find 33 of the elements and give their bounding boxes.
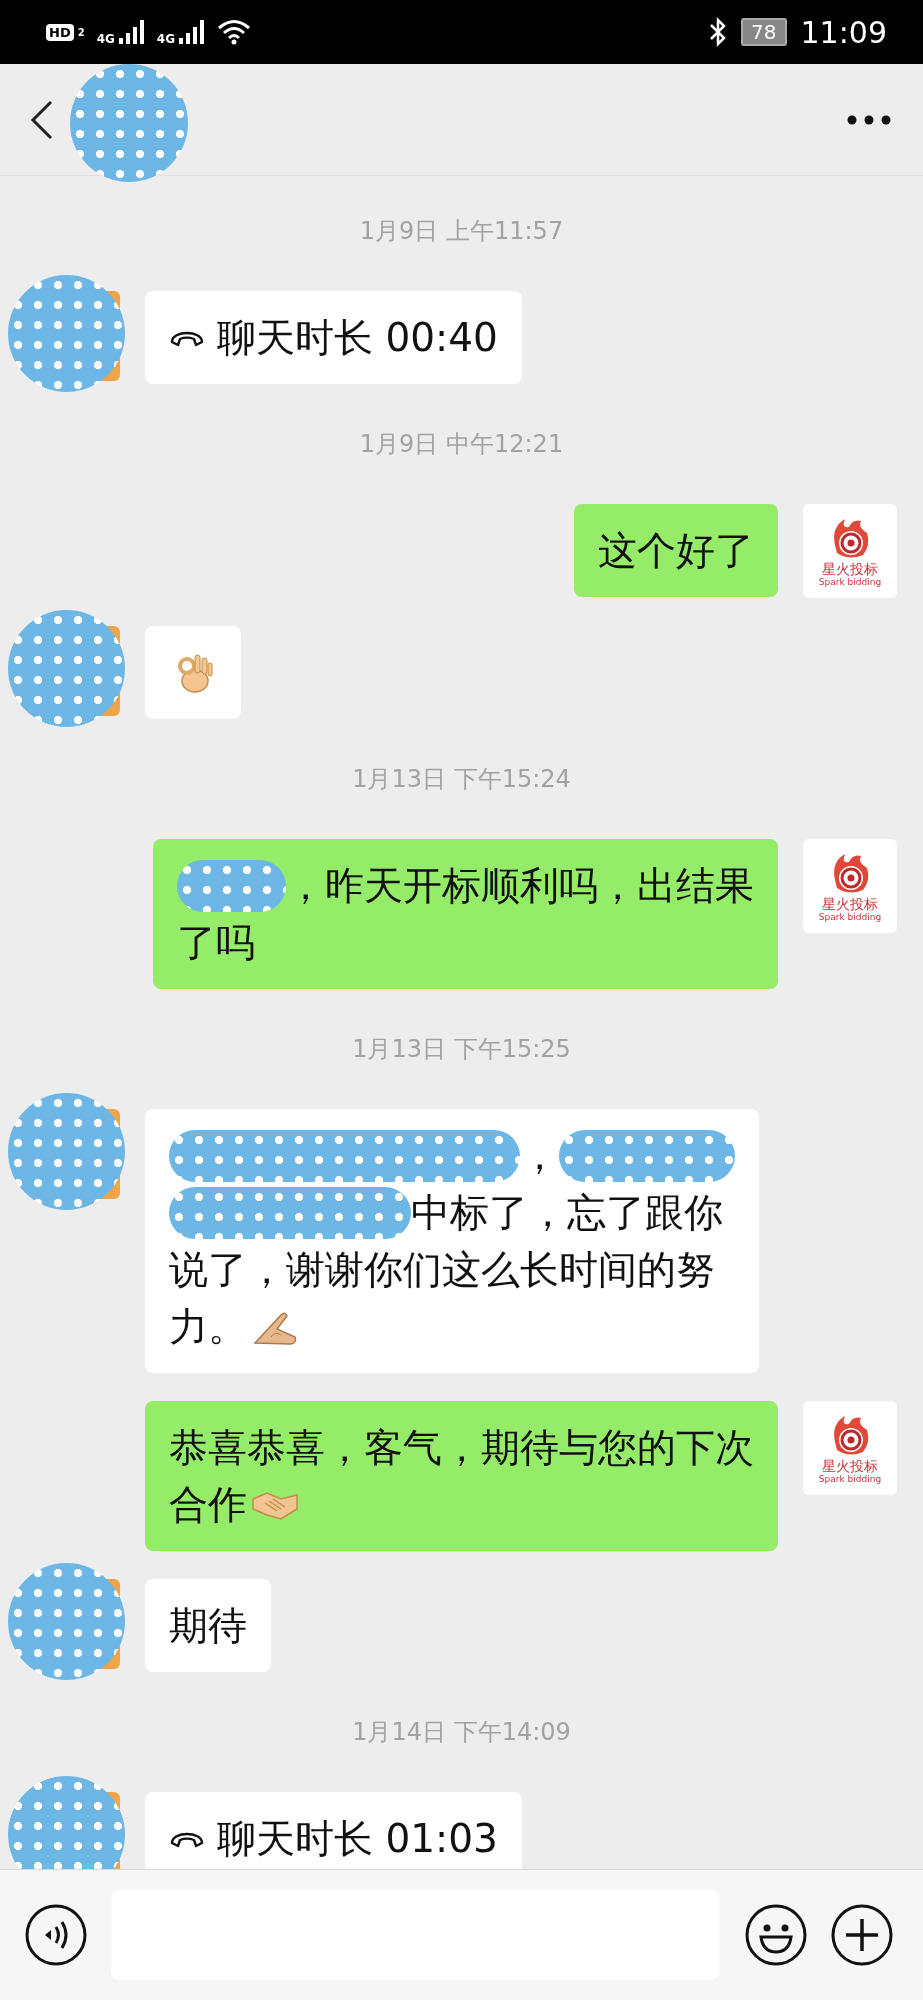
voice-icon[interactable] bbox=[25, 1904, 87, 1966]
logo-subtitle: Spark bidding bbox=[818, 576, 882, 588]
message-timestamp: 1月13日 下午15:25 bbox=[351, 1034, 572, 1064]
back-icon[interactable] bbox=[30, 99, 54, 140]
logo-subtitle: Spark bidding bbox=[818, 911, 882, 923]
sim-label: 2 bbox=[77, 26, 85, 38]
message-bubble: 聊天时长 01:03 bbox=[145, 1792, 522, 1869]
battery-indicator: 78 bbox=[741, 18, 787, 46]
clock-time: 11:09 bbox=[800, 14, 887, 50]
message-timestamp: 1月9日 中午12:21 bbox=[358, 429, 565, 459]
logo-title: 星火投标 bbox=[822, 1457, 878, 1474]
message-bubble: 恭喜恭喜，客气，期待与您的下次 合作 bbox=[145, 1401, 778, 1551]
message-bubble: ，昨天开标顺利吗，出结果 了吗 bbox=[152, 839, 778, 989]
add-icon[interactable] bbox=[831, 1904, 893, 1966]
signal-icon bbox=[179, 20, 206, 44]
message-bubble: 聊天时长 00:40 bbox=[145, 291, 522, 384]
wifi-icon bbox=[217, 19, 252, 45]
logo-subtitle: Spark bidding bbox=[818, 1473, 882, 1485]
message-bubble: 期待 bbox=[145, 1579, 271, 1672]
hd-label: HD bbox=[46, 23, 74, 41]
emoji-icon[interactable] bbox=[745, 1904, 807, 1966]
message-timestamp: 1月13日 下午15:24 bbox=[351, 764, 572, 794]
bluetooth-icon bbox=[709, 17, 728, 47]
signal-icon bbox=[118, 20, 145, 44]
message-timestamp: 1月14日 下午14:09 bbox=[351, 1717, 572, 1747]
message-timestamp: 1月9日 上午11:57 bbox=[358, 216, 565, 246]
message-bubble: 这个好了 bbox=[574, 504, 778, 597]
logo-title: 星火投标 bbox=[822, 895, 878, 912]
logo-title: 星火投标 bbox=[822, 560, 878, 577]
network-label: 4G bbox=[96, 32, 115, 46]
more-icon[interactable] bbox=[847, 114, 891, 125]
network-label: 4G bbox=[156, 32, 176, 46]
message-bubble: ， 中标了，忘了跟你 说了，谢谢你们这么长时间的努 力。 bbox=[145, 1109, 759, 1373]
